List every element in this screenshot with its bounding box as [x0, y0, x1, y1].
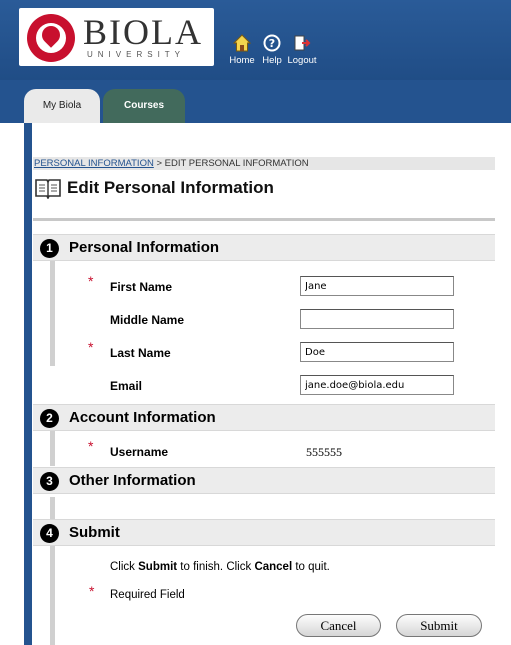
section-2-bar [50, 431, 55, 466]
step-number-2: 2 [40, 409, 59, 428]
section-title: Personal Information [69, 239, 220, 256]
step-number-1: 1 [40, 239, 59, 258]
breadcrumb-separator: > [156, 158, 163, 169]
required-marker: * [88, 438, 94, 454]
submit-button[interactable]: Submit [396, 614, 482, 637]
field-last-name: * Last Name [58, 339, 458, 366]
tab-courses[interactable]: Courses [103, 89, 185, 123]
middle-name-input[interactable] [300, 309, 454, 329]
section-1-bar [50, 261, 55, 366]
university-logo[interactable]: BIOLA UNIVERSITY [19, 8, 214, 66]
first-name-input[interactable] [300, 276, 454, 296]
field-username: * Username 555555 [58, 438, 458, 465]
instr-submit-word: Submit [138, 561, 178, 573]
breadcrumb-current: EDIT PERSONAL INFORMATION [164, 158, 309, 169]
required-marker: * [88, 273, 94, 289]
logout-icon [294, 35, 311, 51]
email-label: Email [110, 379, 143, 393]
username-value: 555555 [306, 445, 342, 459]
page-title: Edit Personal Information [67, 178, 274, 197]
logout-label: Logout [287, 55, 317, 66]
logo-subtitle: UNIVERSITY [87, 50, 186, 59]
required-marker: * [89, 583, 95, 599]
cancel-button[interactable]: Cancel [296, 614, 381, 637]
seal-icon [27, 14, 75, 62]
section-4-bar [50, 545, 55, 645]
field-email: Email [58, 375, 458, 399]
field-middle-name: Middle Name [58, 309, 458, 333]
section-account-information: 2 Account Information [33, 404, 495, 431]
instr-part: to quit. [292, 561, 330, 573]
section-title: Submit [69, 524, 120, 541]
home-icon [233, 34, 251, 52]
breadcrumb: PERSONAL INFORMATION > EDIT PERSONAL INF… [33, 157, 495, 170]
email-input[interactable] [300, 375, 454, 395]
field-first-name: * First Name [58, 273, 458, 300]
tab-my-biola[interactable]: My Biola [24, 89, 100, 123]
section-personal-information: 1 Personal Information [33, 234, 495, 261]
required-marker: * [88, 339, 94, 355]
section-other-information[interactable]: 3 Other Information [33, 467, 495, 494]
instr-cancel-word: Cancel [254, 561, 293, 573]
username-label: Username [110, 445, 169, 459]
step-number-3: 3 [40, 472, 59, 491]
svg-text:?: ? [269, 37, 275, 50]
last-name-label: Last Name [110, 346, 171, 360]
breadcrumb-personal-information[interactable]: PERSONAL INFORMATION [34, 158, 154, 169]
middle-name-label: Middle Name [110, 313, 185, 327]
section-title: Account Information [69, 409, 216, 426]
help-icon: ? [263, 34, 281, 52]
last-name-input[interactable] [300, 342, 454, 362]
first-name-label: First Name [110, 280, 173, 294]
home-label: Home [229, 55, 255, 66]
section-3-bar [50, 497, 55, 519]
logo-word: BIOLA [83, 12, 203, 52]
book-icon [35, 179, 61, 199]
required-field-note: Required Field [110, 589, 185, 601]
submit-instructions: Click Submit to finish. Click Cancel to … [110, 561, 330, 573]
instr-part: Click [110, 561, 139, 573]
logout-link[interactable]: Logout [282, 34, 322, 66]
help-label: Help [262, 55, 282, 66]
instr-part: to finish. Click [177, 561, 255, 573]
step-number-4: 4 [40, 524, 59, 543]
title-divider [33, 218, 495, 221]
section-submit: 4 Submit [33, 519, 495, 546]
section-title: Other Information [69, 472, 196, 489]
